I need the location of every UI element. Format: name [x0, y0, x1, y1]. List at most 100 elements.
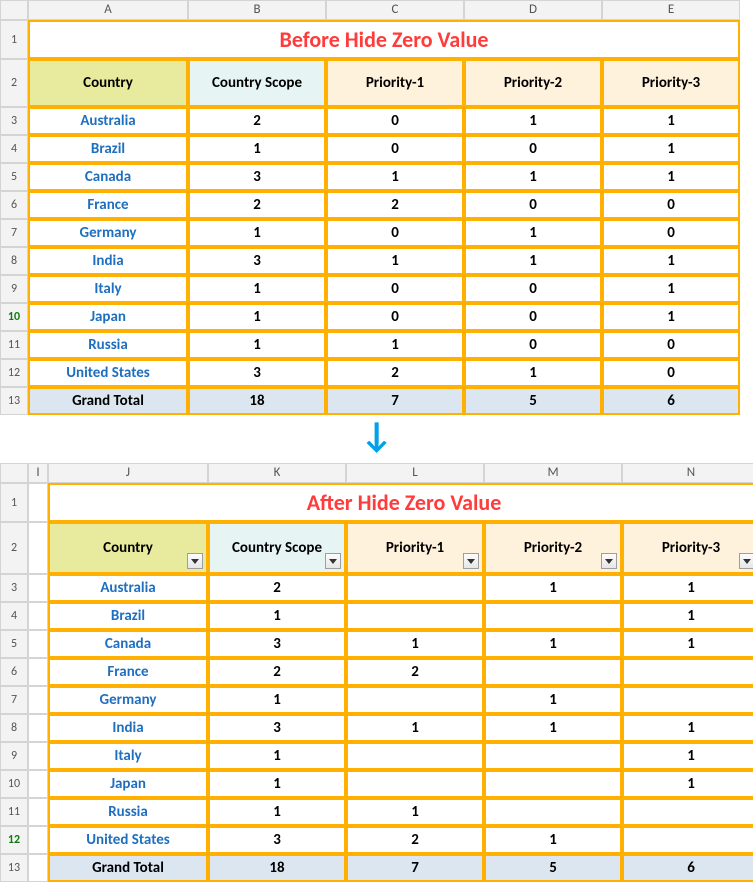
data-cell[interactable]: 0 [326, 303, 464, 331]
data-cell[interactable]: 1 [622, 714, 753, 742]
row-header-5[interactable]: 5 [0, 630, 28, 658]
grand-total-label[interactable]: Grand Total [48, 854, 208, 882]
data-cell[interactable]: 2 [188, 107, 326, 135]
data-cell[interactable]: 0 [464, 275, 602, 303]
blank-cell[interactable] [28, 770, 48, 798]
corner-cell[interactable] [0, 463, 28, 483]
row-header-11[interactable]: 11 [0, 331, 28, 359]
data-cell[interactable] [346, 602, 484, 630]
row-header-11[interactable]: 11 [0, 798, 28, 826]
data-cell[interactable]: 1 [326, 247, 464, 275]
col-header-M[interactable]: M [484, 463, 622, 483]
row-header-9[interactable]: 9 [0, 742, 28, 770]
row-header-4[interactable]: 4 [0, 602, 28, 630]
data-cell[interactable]: 0 [602, 331, 740, 359]
data-cell[interactable]: 2 [326, 359, 464, 387]
grand-total-cell[interactable]: 6 [602, 387, 740, 415]
blank-cell[interactable] [28, 714, 48, 742]
blank-cell[interactable] [28, 630, 48, 658]
data-cell[interactable]: 1 [208, 770, 346, 798]
data-cell[interactable]: 1 [346, 798, 484, 826]
corner-cell[interactable] [0, 0, 28, 20]
data-cell[interactable]: 1 [188, 303, 326, 331]
data-cell[interactable]: 1 [484, 826, 622, 854]
grand-total-label[interactable]: Grand Total [28, 387, 188, 415]
data-cell[interactable]: 1 [464, 163, 602, 191]
data-cell[interactable] [346, 686, 484, 714]
data-cell[interactable]: 1 [326, 331, 464, 359]
country-cell[interactable]: Canada [28, 163, 188, 191]
filter-icon[interactable] [739, 553, 753, 569]
row-header-9[interactable]: 9 [0, 275, 28, 303]
blank-cell[interactable] [28, 686, 48, 714]
data-cell[interactable]: 1 [346, 714, 484, 742]
filter-icon[interactable] [601, 553, 617, 569]
data-cell[interactable]: 1 [326, 163, 464, 191]
data-cell[interactable]: 3 [188, 247, 326, 275]
data-cell[interactable]: 0 [602, 219, 740, 247]
data-cell[interactable]: 1 [622, 742, 753, 770]
country-cell[interactable]: India [28, 247, 188, 275]
row-header-2[interactable]: 2 [0, 59, 28, 107]
data-cell[interactable]: 1 [188, 135, 326, 163]
grand-total-cell[interactable]: 18 [208, 854, 346, 882]
row-header-7[interactable]: 7 [0, 686, 28, 714]
data-cell[interactable]: 0 [326, 107, 464, 135]
row-header-8[interactable]: 8 [0, 714, 28, 742]
data-cell[interactable]: 2 [326, 191, 464, 219]
data-cell[interactable]: 1 [484, 630, 622, 658]
data-cell[interactable] [622, 686, 753, 714]
row-header-3[interactable]: 3 [0, 107, 28, 135]
data-cell[interactable]: 1 [602, 303, 740, 331]
blank-cell[interactable] [28, 798, 48, 826]
blank-cell[interactable] [28, 483, 48, 522]
data-cell[interactable]: 0 [464, 303, 602, 331]
data-cell[interactable] [346, 574, 484, 602]
country-cell[interactable]: Japan [48, 770, 208, 798]
row-header-10[interactable]: 10 [0, 303, 28, 331]
data-cell[interactable]: 1 [602, 135, 740, 163]
data-cell[interactable]: 1 [484, 686, 622, 714]
col-header-K[interactable]: K [208, 463, 346, 483]
data-cell[interactable]: 3 [208, 630, 346, 658]
blank-cell[interactable] [28, 854, 48, 882]
header-p2[interactable]: Priority-2 [464, 59, 602, 107]
data-cell[interactable]: 1 [602, 247, 740, 275]
data-cell[interactable]: 1 [622, 602, 753, 630]
col-header-N[interactable]: N [622, 463, 753, 483]
data-cell[interactable]: 1 [346, 630, 484, 658]
row-header-3[interactable]: 3 [0, 574, 28, 602]
country-cell[interactable]: Russia [28, 331, 188, 359]
row-header-7[interactable]: 7 [0, 219, 28, 247]
data-cell[interactable]: 0 [602, 359, 740, 387]
data-cell[interactable] [622, 798, 753, 826]
row-header-1[interactable]: 1 [0, 20, 28, 59]
row-header-12[interactable]: 12 [0, 826, 28, 854]
data-cell[interactable]: 0 [326, 275, 464, 303]
title-after[interactable]: After Hide Zero Value [48, 483, 753, 522]
data-cell[interactable]: 3 [188, 163, 326, 191]
data-cell[interactable]: 3 [208, 826, 346, 854]
country-cell[interactable]: Brazil [48, 602, 208, 630]
row-header-10[interactable]: 10 [0, 770, 28, 798]
header-p1[interactable]: Priority-1 [326, 59, 464, 107]
country-cell[interactable]: Canada [48, 630, 208, 658]
data-cell[interactable]: 1 [188, 275, 326, 303]
col-header-J[interactable]: J [48, 463, 208, 483]
blank-cell[interactable] [28, 574, 48, 602]
col-header-L[interactable]: L [346, 463, 484, 483]
row-header-5[interactable]: 5 [0, 163, 28, 191]
country-cell[interactable]: United States [48, 826, 208, 854]
data-cell[interactable]: 1 [188, 219, 326, 247]
data-cell[interactable]: 1 [484, 574, 622, 602]
data-cell[interactable]: 1 [208, 742, 346, 770]
data-cell[interactable] [484, 798, 622, 826]
header-scope[interactable]: Country Scope [188, 59, 326, 107]
col-header-I[interactable]: I [28, 463, 48, 483]
col-header-C[interactable]: C [326, 0, 464, 20]
data-cell[interactable] [622, 826, 753, 854]
data-cell[interactable]: 1 [188, 331, 326, 359]
row-header-13[interactable]: 13 [0, 387, 28, 415]
blank-cell[interactable] [28, 826, 48, 854]
data-cell[interactable]: 1 [484, 714, 622, 742]
